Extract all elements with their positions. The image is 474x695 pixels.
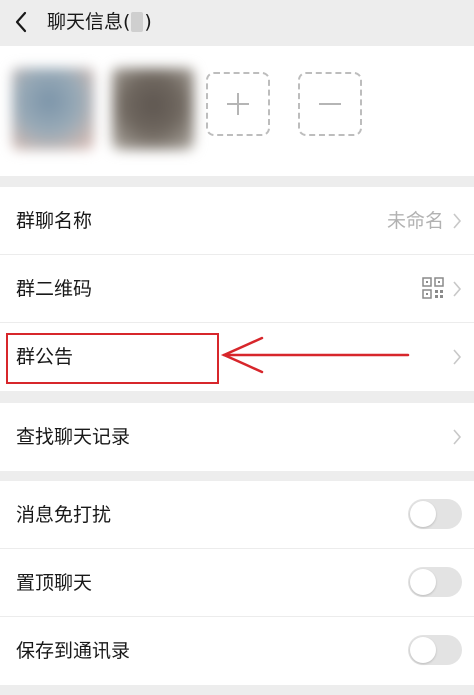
toggle-knob [410,501,436,527]
search-history-label: 查找聊天记录 [16,426,131,448]
save-contacts-row: 保存到通讯录 [0,617,474,685]
save-contacts-label: 保存到通讯录 [16,640,131,662]
member-avatar[interactable] [12,68,94,150]
mute-label: 消息免打扰 [16,504,112,526]
back-icon[interactable] [14,11,28,33]
minus-icon [319,103,341,105]
pin-label: 置顶聊天 [16,572,93,594]
group-name-row[interactable]: 群聊名称 未命名 [0,187,474,255]
save-contacts-toggle[interactable] [408,635,462,665]
mute-toggle[interactable] [408,499,462,529]
qr-code-row[interactable]: 群二维码 [0,255,474,323]
remove-member-button[interactable] [298,72,362,136]
annotation-highlight-box [6,333,219,384]
group-name-label: 群聊名称 [16,210,93,232]
page-title: 聊天信息() [47,9,152,35]
add-member-button[interactable] [206,72,270,136]
chevron-right-icon [453,281,462,297]
search-section: 查找聊天记录 [0,403,474,471]
toggle-knob [410,637,436,663]
chevron-right-icon [453,349,462,365]
page-title-suffix: ) [144,11,152,33]
header-bar: 聊天信息() [0,0,474,46]
toggles-section: 消息免打扰 置顶聊天 保存到通讯录 [0,481,474,685]
member-grid [0,46,474,176]
pin-toggle[interactable] [408,567,462,597]
qr-code-label: 群二维码 [16,278,93,300]
chevron-right-icon [453,213,462,229]
plus-icon [227,93,249,115]
blurred-count [131,12,144,32]
group-name-value: 未命名 [386,210,444,232]
chevron-right-icon [453,429,462,445]
qr-code-icon [422,277,444,299]
toggle-knob [410,569,436,595]
mute-row: 消息免打扰 [0,481,474,549]
page-title-text: 聊天信息( [47,11,131,33]
pin-row: 置顶聊天 [0,549,474,617]
member-avatar[interactable] [112,68,194,150]
search-history-row[interactable]: 查找聊天记录 [0,403,474,471]
